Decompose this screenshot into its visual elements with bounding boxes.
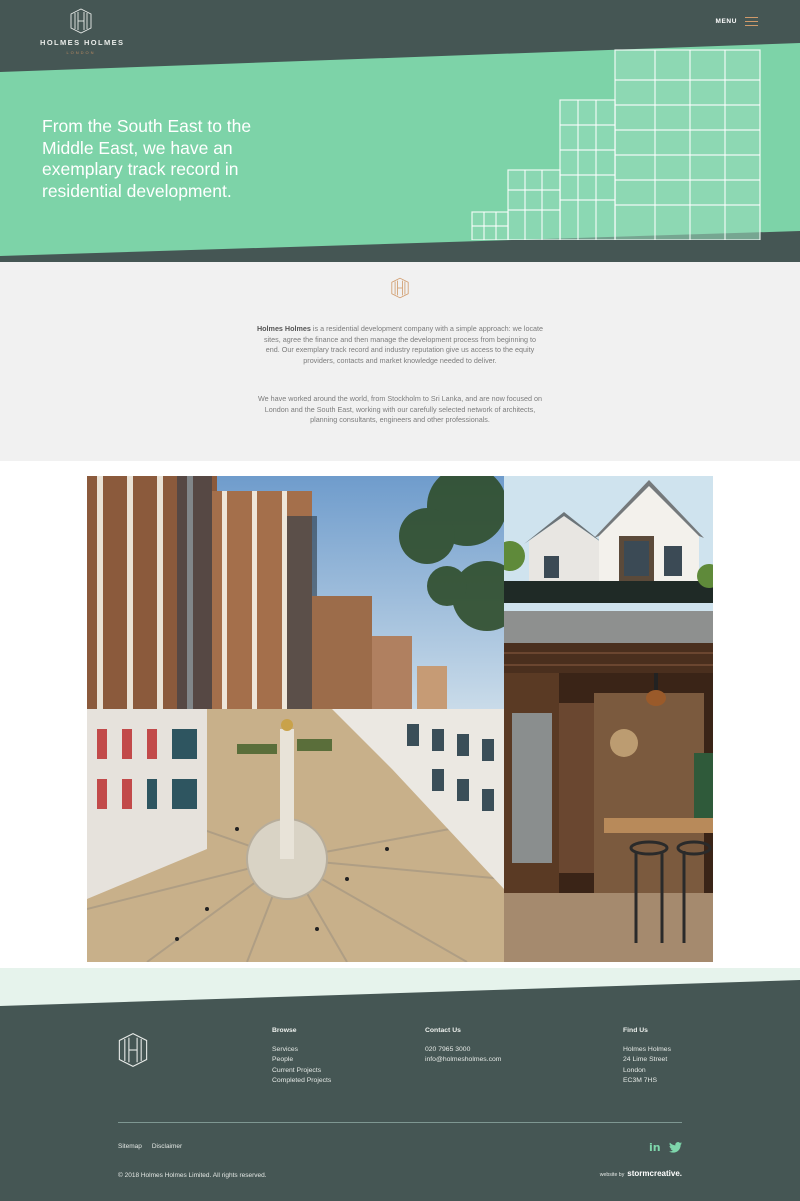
footer-browse-column: Browse Services People Current Projects … [272, 1026, 331, 1087]
credit-prefix: website by [599, 1172, 625, 1178]
site-credit[interactable]: website by stormcreative. [600, 1169, 682, 1178]
hero-section: HOLMES HOLMES LONDON MENU From the South… [0, 0, 800, 262]
address-line: London [623, 1066, 646, 1074]
footer-link-services[interactable]: Services [272, 1045, 331, 1056]
site-footer: Browse Services People Current Projects … [0, 980, 800, 1201]
browse-heading: Browse [272, 1027, 297, 1034]
social-links: in [649, 1141, 682, 1154]
hh-monogram-icon[interactable] [118, 1030, 148, 1070]
footer-link-current-projects[interactable]: Current Projects [272, 1066, 331, 1077]
footer-contact-column: Contact Us 020 7965 3000 info@holmesholm… [425, 1026, 501, 1066]
site-logo[interactable]: HOLMES HOLMES LONDON [40, 8, 125, 55]
menu-button[interactable]: MENU [715, 17, 758, 26]
hh-monogram-icon [70, 8, 92, 34]
linkedin-icon[interactable]: in [649, 1141, 661, 1154]
find-heading: Find Us [623, 1027, 648, 1034]
copyright-text: © 2018 Holmes Holmes Limited. All rights… [118, 1172, 267, 1179]
intro-section: Holmes Holmes is a residential developme… [0, 262, 800, 461]
address-line: Holmes Holmes [623, 1045, 671, 1053]
paternoster-square-photo[interactable] [87, 709, 504, 962]
disclaimer-link[interactable]: Disclaimer [152, 1143, 182, 1150]
apartment-towers-photo[interactable] [87, 476, 504, 709]
footer-link-people[interactable]: People [272, 1055, 331, 1066]
footer-link-completed-projects[interactable]: Completed Projects [272, 1076, 331, 1087]
footer-legal-links: Sitemap Disclaimer [118, 1143, 182, 1150]
address-line: 24 Lime Street [623, 1056, 668, 1064]
hh-monogram-icon [391, 277, 409, 299]
phone-link[interactable]: 020 7965 3000 [425, 1045, 501, 1056]
footer-background [0, 980, 800, 1201]
credit-brand: stormcreative. [627, 1169, 682, 1178]
footer-find-column: Find Us Holmes Holmes 24 Lime Street Lon… [623, 1026, 671, 1087]
logo-location: LONDON [66, 50, 96, 55]
footer-divider [118, 1122, 682, 1123]
company-name: Holmes Holmes [256, 324, 311, 333]
contact-heading: Contact Us [425, 1027, 461, 1034]
project-gallery [0, 461, 800, 981]
intro-paragraph-1: Holmes Holmes is a residential developme… [256, 324, 544, 366]
twitter-icon[interactable] [668, 1142, 682, 1153]
kitchen-interior-photo[interactable] [504, 643, 713, 962]
buildings-illustration-icon [471, 49, 761, 240]
menu-label: MENU [715, 18, 737, 25]
hero-headline: From the South East to the Middle East, … [42, 116, 252, 201]
email-link[interactable]: info@holmesholmes.com [425, 1055, 501, 1066]
logo-wordmark: HOLMES HOLMES [40, 38, 125, 47]
intro-paragraph-2: We have worked around the world, from St… [258, 394, 542, 425]
sitemap-link[interactable]: Sitemap [118, 1143, 142, 1150]
modern-houses-photo[interactable] [504, 476, 713, 643]
address-line: EC3M 7HS [623, 1077, 657, 1085]
hamburger-icon [745, 17, 758, 26]
